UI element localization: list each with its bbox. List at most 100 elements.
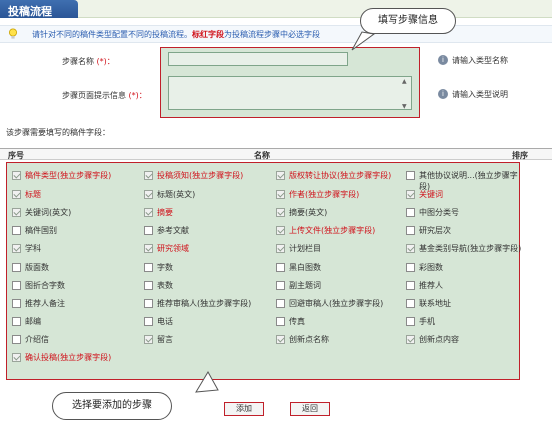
field-checkbox[interactable] [12,244,21,253]
back-button[interactable]: 返回 [290,402,330,416]
field-option[interactable]: 字数 [144,262,173,280]
field-checkbox[interactable] [406,335,415,344]
scroll-up-icon[interactable]: ▲ [402,78,407,85]
field-checkbox[interactable] [144,263,153,272]
field-checkbox[interactable] [276,190,285,199]
field-option[interactable]: 作者(独立步骤字段) [276,189,359,207]
step-hint-required: (*)： [128,91,147,100]
field-checkbox[interactable] [12,353,21,362]
field-checkbox[interactable] [276,244,285,253]
field-option[interactable]: 推荐审稿人(独立步骤字段) [144,298,251,316]
field-label: 版面数 [25,263,49,272]
field-option[interactable]: 稿件类型(独立步骤字段) [12,170,111,188]
field-checkbox[interactable] [12,263,21,272]
field-option[interactable]: 介绍信 [12,334,49,352]
field-checkbox[interactable] [406,263,415,272]
field-option[interactable]: 推荐人备注 [12,298,65,316]
field-option[interactable]: 黑白图数 [276,262,321,280]
field-checkbox[interactable] [12,190,21,199]
field-option[interactable]: 副主题词 [276,280,321,298]
field-checkbox[interactable] [406,317,415,326]
field-checkbox[interactable] [406,299,415,308]
field-checkbox[interactable] [144,281,153,290]
field-checkbox[interactable] [406,244,415,253]
field-option[interactable]: 回避审稿人(独立步骤字段) [276,298,383,316]
field-label: 研究领域 [157,244,189,253]
field-option[interactable]: 确认投稿(独立步骤字段) [12,352,111,370]
field-checkbox[interactable] [12,208,21,217]
field-checkbox[interactable] [144,317,153,326]
field-option[interactable]: 投稿须知(独立步骤字段) [144,170,243,188]
field-checkbox[interactable] [276,317,285,326]
field-option[interactable]: 标题(英文) [144,189,195,207]
field-checkbox[interactable] [12,281,21,290]
field-option[interactable]: 关键词 [406,189,443,207]
field-checkbox[interactable] [276,263,285,272]
field-checkbox[interactable] [144,299,153,308]
field-checkbox[interactable] [12,335,21,344]
fields-section-label: 该步骤需要填写的稿件字段： [6,128,110,137]
field-checkbox[interactable] [144,335,153,344]
field-checkbox[interactable] [276,171,285,180]
field-checkbox[interactable] [406,208,415,217]
field-option[interactable]: 上传文件(独立步骤字段) [276,225,375,243]
field-option[interactable]: 稿件国别 [12,225,57,243]
field-checkbox[interactable] [144,190,153,199]
field-option[interactable]: 学科 [12,243,41,261]
field-option[interactable]: 表数 [144,280,173,298]
field-option[interactable]: 传真 [276,316,305,334]
field-option[interactable]: 创新点内容 [406,334,459,352]
field-checkbox[interactable] [276,208,285,217]
step-hint-hint: 请输入类型说明 [452,90,508,99]
field-option[interactable]: 基金类别导航(独立步骤字段) [406,243,521,261]
field-checkbox[interactable] [406,171,415,180]
field-option[interactable]: 计划栏目 [276,243,321,261]
field-checkbox[interactable] [276,299,285,308]
field-checkbox[interactable] [406,190,415,199]
field-checkbox[interactable] [276,226,285,235]
field-checkbox[interactable] [406,281,415,290]
field-option[interactable]: 版权转让协议(独立步骤字段) [276,170,391,188]
field-option[interactable]: 摘要(英文) [276,207,327,225]
add-button[interactable]: 添加 [224,402,264,416]
field-option[interactable]: 创新点名称 [276,334,329,352]
field-checkbox[interactable] [144,171,153,180]
field-option[interactable]: 彩图数 [406,262,443,280]
field-option[interactable]: 联系地址 [406,298,451,316]
field-checkbox[interactable] [406,226,415,235]
field-label: 上传文件(独立步骤字段) [289,226,376,235]
step-hint-textarea[interactable]: ▲ ▼ [168,76,412,110]
field-checkbox[interactable] [144,226,153,235]
field-option[interactable]: 邮编 [12,316,41,334]
textarea-scrollbar[interactable]: ▲ ▼ [402,78,410,110]
field-option[interactable]: 标题 [12,189,41,207]
page-header: 投稿流程 [0,0,552,18]
field-option[interactable]: 版面数 [12,262,49,280]
field-option[interactable]: 参考文献 [144,225,189,243]
field-label: 关键词(英文) [25,208,72,217]
field-checkbox[interactable] [12,317,21,326]
field-option[interactable]: 电话 [144,316,173,334]
field-checkbox[interactable] [276,281,285,290]
field-option[interactable]: 手机 [406,316,435,334]
step-name-input[interactable] [168,52,348,66]
field-label: 标题 [25,190,41,199]
field-option[interactable]: 其他协议说明...(独立步骤字段) [406,170,527,191]
field-checkbox[interactable] [12,299,21,308]
field-option[interactable]: 研究领域 [144,243,189,261]
field-option[interactable]: 推荐人 [406,280,443,298]
field-option[interactable]: 中图分类号 [406,207,459,225]
field-checkbox[interactable] [144,244,153,253]
field-checkbox[interactable] [276,335,285,344]
field-option[interactable]: 研究层次 [406,225,451,243]
field-option[interactable]: 关键词(英文) [12,207,71,225]
field-checkbox[interactable] [144,208,153,217]
field-option[interactable]: 留言 [144,334,173,352]
field-option[interactable]: 图折合字数 [12,280,65,298]
scroll-down-icon[interactable]: ▼ [402,103,407,110]
field-label: 稿件类型(独立步骤字段) [25,171,112,180]
field-checkbox[interactable] [12,226,21,235]
field-option[interactable]: 摘要 [144,207,173,225]
field-checkbox[interactable] [12,171,21,180]
field-label: 传真 [289,317,305,326]
